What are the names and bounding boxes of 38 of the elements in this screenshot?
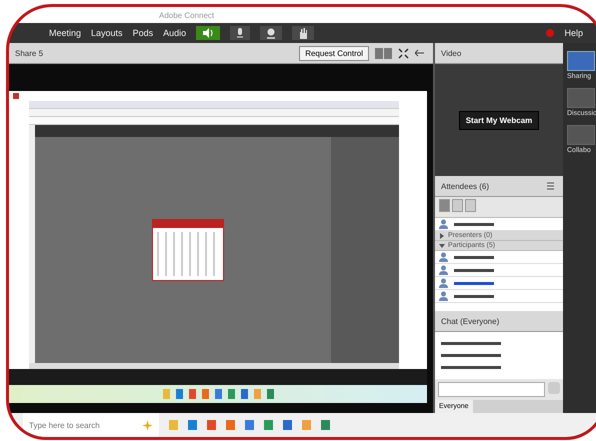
raise-hand-icon[interactable] [292,26,314,40]
view-mode-icon[interactable] [375,48,392,58]
menu-item[interactable]: Pods [132,28,154,38]
help-menu[interactable]: Help [564,28,583,38]
menu-item[interactable]: Audio [163,28,186,38]
caret-icon[interactable] [439,242,445,249]
sparkle-icon [142,420,153,430]
chat-message [441,342,501,345]
menu-item[interactable]: Meeting [49,28,82,38]
send-icon[interactable] [548,382,560,394]
window-title: Adobe Connect [159,10,214,20]
chat-message [441,354,501,357]
menu-item[interactable]: Layouts [91,28,123,38]
taskbar-search-field[interactable]: Type here to search [23,413,159,437]
list-view-icon[interactable] [439,199,450,212]
pod-title: Share 5 [15,48,44,58]
user-icon [439,219,448,230]
pod-title: Attendees (6) [441,182,490,191]
request-control-button[interactable]: Request Control [299,46,369,60]
webcam-icon[interactable] [260,26,282,40]
start-webcam-button[interactable]: Start My Webcam [458,110,540,130]
person-view-icon[interactable] [465,199,476,212]
chat-input[interactable] [438,382,545,397]
record-icon[interactable] [546,29,554,37]
caret-icon[interactable] [439,232,445,239]
user-icon [439,278,448,288]
fullscreen-icon[interactable] [398,48,409,58]
user-icon [439,291,448,302]
pod-menu-icon[interactable] [547,182,557,190]
user-icon [439,265,448,276]
user-icon [439,252,448,262]
microphone-icon[interactable] [230,26,250,40]
speaker-icon[interactable] [196,26,220,40]
pod-title: Video [441,48,462,58]
pod-menu-icon[interactable] [415,49,427,57]
pod-title: Chat (Everyone) [441,316,500,326]
chat-message [441,366,501,369]
expand-icon[interactable] [452,199,463,212]
